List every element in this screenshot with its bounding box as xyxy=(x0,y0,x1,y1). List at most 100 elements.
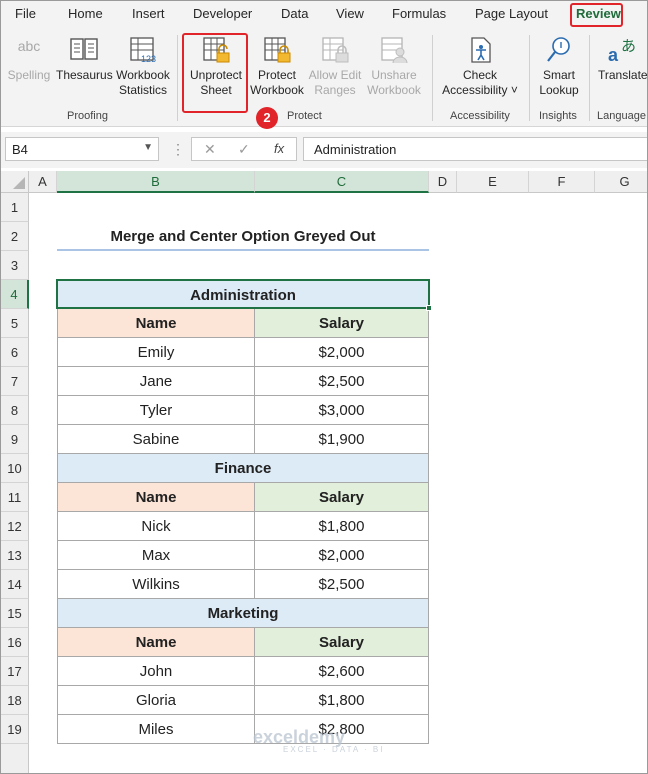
smart-lookup-button[interactable]: Smart Lookup xyxy=(535,35,583,98)
salary-cell[interactable]: $2,600 xyxy=(255,657,429,686)
smart-lookup-label-2: Lookup xyxy=(539,83,579,97)
row-header[interactable]: 8 xyxy=(1,396,29,425)
chevron-down-icon[interactable]: ▼ xyxy=(143,142,153,153)
menu-home[interactable]: Home xyxy=(68,6,103,21)
menu-formulas[interactable]: Formulas xyxy=(392,6,446,21)
protect-workbook-button[interactable]: Protect Workbook xyxy=(249,35,305,98)
menu-page-layout[interactable]: Page Layout xyxy=(475,6,548,21)
row-header[interactable]: 9 xyxy=(1,425,29,454)
name-cell[interactable]: Nick xyxy=(57,512,255,541)
group-label-language: Language xyxy=(597,110,646,122)
column-header-g[interactable]: G xyxy=(595,171,647,193)
salary-cell[interactable]: $3,000 xyxy=(255,396,429,425)
row-header[interactable]: 16 xyxy=(1,628,29,657)
menu-file[interactable]: File xyxy=(15,6,36,21)
accessibility-icon xyxy=(471,37,491,63)
name-cell[interactable]: Miles xyxy=(57,715,255,744)
step-badge-2: 2 xyxy=(256,107,278,129)
menu-view[interactable]: View xyxy=(336,6,364,21)
allow-edit-ranges-button[interactable]: Allow Edit Ranges xyxy=(305,35,365,98)
row-header[interactable]: 13 xyxy=(1,541,29,570)
row-header[interactable]: 3 xyxy=(1,251,29,280)
name-cell[interactable]: Emily xyxy=(57,338,255,367)
dept-cell-marketing[interactable]: Marketing xyxy=(57,599,429,628)
unshare-label-1: Unshare xyxy=(371,68,417,82)
unprotect-highlight-box xyxy=(182,33,248,113)
smart-lookup-label-1: Smart xyxy=(542,68,575,82)
ribbon-separator xyxy=(432,35,433,121)
enter-icon[interactable]: ✓ xyxy=(238,141,250,158)
column-header-a[interactable]: A xyxy=(29,171,57,193)
check-accessibility-label-1: Check xyxy=(462,68,497,82)
column-header-e[interactable]: E xyxy=(457,171,529,193)
workbook-statistics-button[interactable]: 123 Workbook Statistics xyxy=(114,35,172,98)
salary-header-cell[interactable]: Salary xyxy=(255,628,429,657)
row-header[interactable]: 7 xyxy=(1,367,29,396)
select-all-icon xyxy=(13,177,25,189)
salary-cell[interactable]: $2,500 xyxy=(255,367,429,396)
fill-handle[interactable] xyxy=(426,305,432,311)
name-header-cell[interactable]: Name xyxy=(57,483,255,512)
thesaurus-button[interactable]: Thesaurus xyxy=(56,35,113,83)
formula-input[interactable]: Administration xyxy=(303,137,647,161)
column-header-d[interactable]: D xyxy=(429,171,457,193)
row-header[interactable]: 10 xyxy=(1,454,29,483)
name-cell[interactable]: Jane xyxy=(57,367,255,396)
row-header[interactable]: 6 xyxy=(1,338,29,367)
row-header[interactable]: 4 xyxy=(1,280,29,309)
allow-edit-label-1: Allow Edit xyxy=(308,68,362,82)
salary-cell[interactable]: $2,000 xyxy=(255,541,429,570)
unshare-label-2: Workbook xyxy=(367,83,421,97)
salary-cell[interactable]: $1,800 xyxy=(255,686,429,715)
name-header-cell[interactable]: Name xyxy=(57,309,255,338)
column-header-b[interactable]: B xyxy=(57,171,255,193)
salary-cell[interactable]: $2,000 xyxy=(255,338,429,367)
salary-cell[interactable]: $1,800 xyxy=(255,512,429,541)
row-header[interactable]: 14 xyxy=(1,570,29,599)
row-header[interactable]: 1 xyxy=(1,193,29,222)
dept-cell-finance[interactable]: Finance xyxy=(57,454,429,483)
spelling-icon: abc xyxy=(17,38,41,54)
ribbon-separator xyxy=(589,35,590,121)
group-label-proofing: Proofing xyxy=(67,110,108,122)
row-header[interactable]: 15 xyxy=(1,599,29,628)
row-header[interactable]: 2 xyxy=(1,222,29,251)
salary-header-cell[interactable]: Salary xyxy=(255,483,429,512)
name-cell[interactable]: John xyxy=(57,657,255,686)
row-header[interactable]: 12 xyxy=(1,512,29,541)
salary-header-cell[interactable]: Salary xyxy=(255,309,429,338)
insert-function-icon[interactable]: fx xyxy=(274,141,284,156)
row-header[interactable]: 11 xyxy=(1,483,29,512)
cancel-icon[interactable]: ✕ xyxy=(204,141,216,158)
name-cell[interactable]: Gloria xyxy=(57,686,255,715)
menu-data[interactable]: Data xyxy=(281,6,308,21)
sheet-title[interactable]: Merge and Center Option Greyed Out xyxy=(57,222,429,251)
name-cell[interactable]: Tyler xyxy=(57,396,255,425)
ribbon: abc Spelling Thesaurus 123 Workbook Stat… xyxy=(1,29,647,127)
menu-insert[interactable]: Insert xyxy=(132,6,165,21)
salary-cell[interactable]: $1,900 xyxy=(255,425,429,454)
row-header[interactable]: 5 xyxy=(1,309,29,338)
menu-developer[interactable]: Developer xyxy=(193,6,252,21)
ribbon-separator xyxy=(177,35,178,121)
column-header-c[interactable]: C xyxy=(255,171,429,193)
name-cell[interactable]: Max xyxy=(57,541,255,570)
svg-text:a: a xyxy=(608,45,619,65)
more-options-icon[interactable]: ⋮ xyxy=(171,141,185,158)
check-accessibility-button[interactable]: Check Accessibility ˅ xyxy=(439,35,521,98)
name-header-cell[interactable]: Name xyxy=(57,628,255,657)
row-header[interactable]: 18 xyxy=(1,686,29,715)
row-header[interactable]: 17 xyxy=(1,657,29,686)
protect-workbook-label-2: Workbook xyxy=(250,83,304,97)
salary-cell[interactable]: $2,500 xyxy=(255,570,429,599)
select-all-corner[interactable] xyxy=(1,171,29,193)
name-box-value: B4 xyxy=(12,142,28,157)
row-header[interactable]: 19 xyxy=(1,715,29,744)
name-cell[interactable]: Wilkins xyxy=(57,570,255,599)
unshare-workbook-button[interactable]: Unshare Workbook xyxy=(365,35,423,98)
name-cell[interactable]: Sabine xyxy=(57,425,255,454)
translate-button[interactable]: a あ Translate xyxy=(598,35,647,83)
column-header-f[interactable]: F xyxy=(529,171,595,193)
spelling-button[interactable]: abc Spelling xyxy=(7,35,51,83)
name-box[interactable]: B4 ▼ xyxy=(5,137,159,161)
